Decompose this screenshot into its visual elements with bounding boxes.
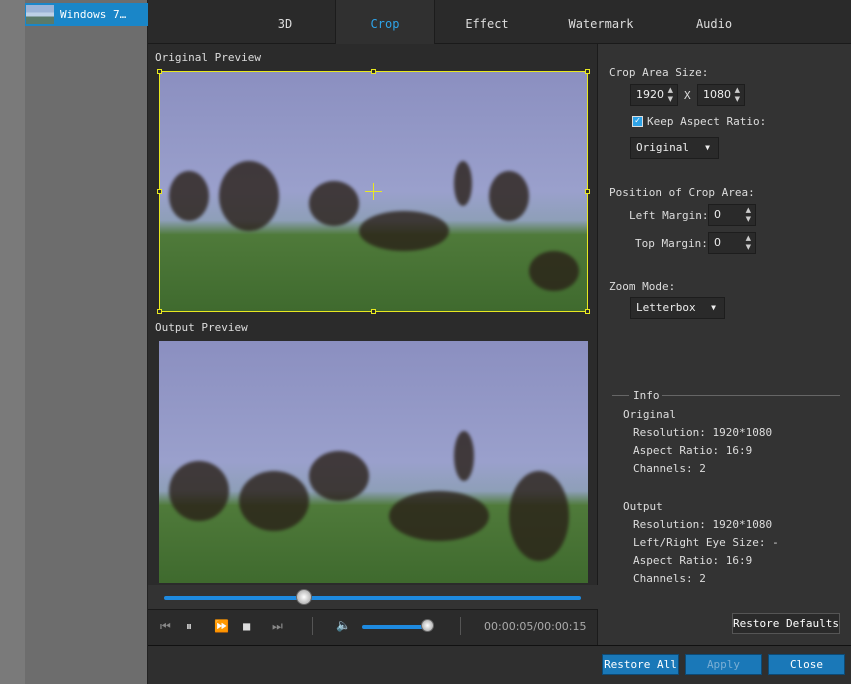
fast-forward-icon[interactable]: ⏩ xyxy=(214,619,229,633)
stop-icon[interactable]: ■ xyxy=(243,619,250,633)
chevron-down-icon: ▼ xyxy=(711,303,716,312)
file-name: Windows 7… xyxy=(60,8,127,21)
time-display: 00:00:05/00:00:15 xyxy=(484,620,587,633)
original-aspect: Aspect Ratio: 16:9 xyxy=(633,444,753,457)
output-aspect: Aspect Ratio: 16:9 xyxy=(633,554,753,567)
tab-bar: 3D Crop Effect Watermark Audio xyxy=(148,0,851,44)
output-eye-size: Left/Right Eye Size: - xyxy=(633,536,779,549)
info-title: Info xyxy=(633,389,660,402)
original-resolution: Resolution: 1920*1080 xyxy=(633,426,773,439)
output-channels: Channels: 2 xyxy=(633,572,706,585)
info-original-title: Original xyxy=(623,408,676,421)
info-output-title: Output xyxy=(623,500,663,513)
left-margin-label: Left Margin: xyxy=(629,209,709,222)
x-label: X xyxy=(684,89,691,102)
seek-bar[interactable] xyxy=(164,596,581,600)
keep-aspect-checkbox[interactable]: ✓ xyxy=(632,116,643,127)
aspect-ratio-dropdown[interactable]: Original ▼ xyxy=(630,137,719,159)
position-label: Position of Crop Area: xyxy=(609,186,755,199)
file-list-item[interactable]: Windows 7… xyxy=(25,3,148,26)
volume-slider[interactable] xyxy=(362,625,428,629)
crop-frame[interactable] xyxy=(157,69,590,314)
left-margin-input[interactable]: 0 ▲ ▼ xyxy=(708,204,756,226)
close-button[interactable]: Close xyxy=(768,654,845,675)
original-channels: Channels: 2 xyxy=(633,462,706,475)
crop-height-input[interactable]: 1080 ▲ ▼ xyxy=(697,84,745,106)
output-preview-label: Output Preview xyxy=(155,321,248,334)
restore-defaults-button[interactable]: Restore Defaults xyxy=(732,613,840,634)
top-margin-input[interactable]: 0 ▲ ▼ xyxy=(708,232,756,254)
crop-area-size-label: Crop Area Size: xyxy=(609,66,709,79)
crop-width-input[interactable]: 1920 ▲ ▼ xyxy=(630,84,678,106)
original-preview-label: Original Preview xyxy=(155,51,261,64)
next-icon[interactable]: ⏭ xyxy=(272,619,283,634)
output-resolution: Resolution: 1920*1080 xyxy=(633,518,773,531)
volume-icon[interactable]: 🔈 xyxy=(336,618,351,632)
tab-3d[interactable]: 3D xyxy=(235,0,335,44)
sidebar-strip xyxy=(0,0,25,684)
zoom-mode-dropdown[interactable]: Letterbox ▼ xyxy=(630,297,725,319)
pause-icon[interactable]: ⏸ xyxy=(186,619,192,634)
tab-audio[interactable]: Audio xyxy=(664,0,764,44)
tab-crop[interactable]: Crop xyxy=(335,0,435,44)
output-preview-video xyxy=(159,341,588,583)
previous-icon[interactable]: ⏮ xyxy=(160,619,171,634)
keep-aspect-label: Keep Aspect Ratio: xyxy=(647,115,767,128)
top-margin-label: Top Margin: xyxy=(635,237,708,250)
video-thumbnail xyxy=(26,5,54,24)
apply-button[interactable]: Apply xyxy=(685,654,762,675)
tab-watermark[interactable]: Watermark xyxy=(551,0,651,44)
volume-handle[interactable] xyxy=(421,619,434,632)
seek-handle[interactable] xyxy=(296,589,312,605)
restore-all-button[interactable]: Restore All xyxy=(602,654,679,675)
zoom-mode-label: Zoom Mode: xyxy=(609,280,676,293)
chevron-down-icon: ▼ xyxy=(705,143,710,152)
tab-effect[interactable]: Effect xyxy=(437,0,537,44)
file-sidebar: Windows 7… xyxy=(0,0,148,684)
